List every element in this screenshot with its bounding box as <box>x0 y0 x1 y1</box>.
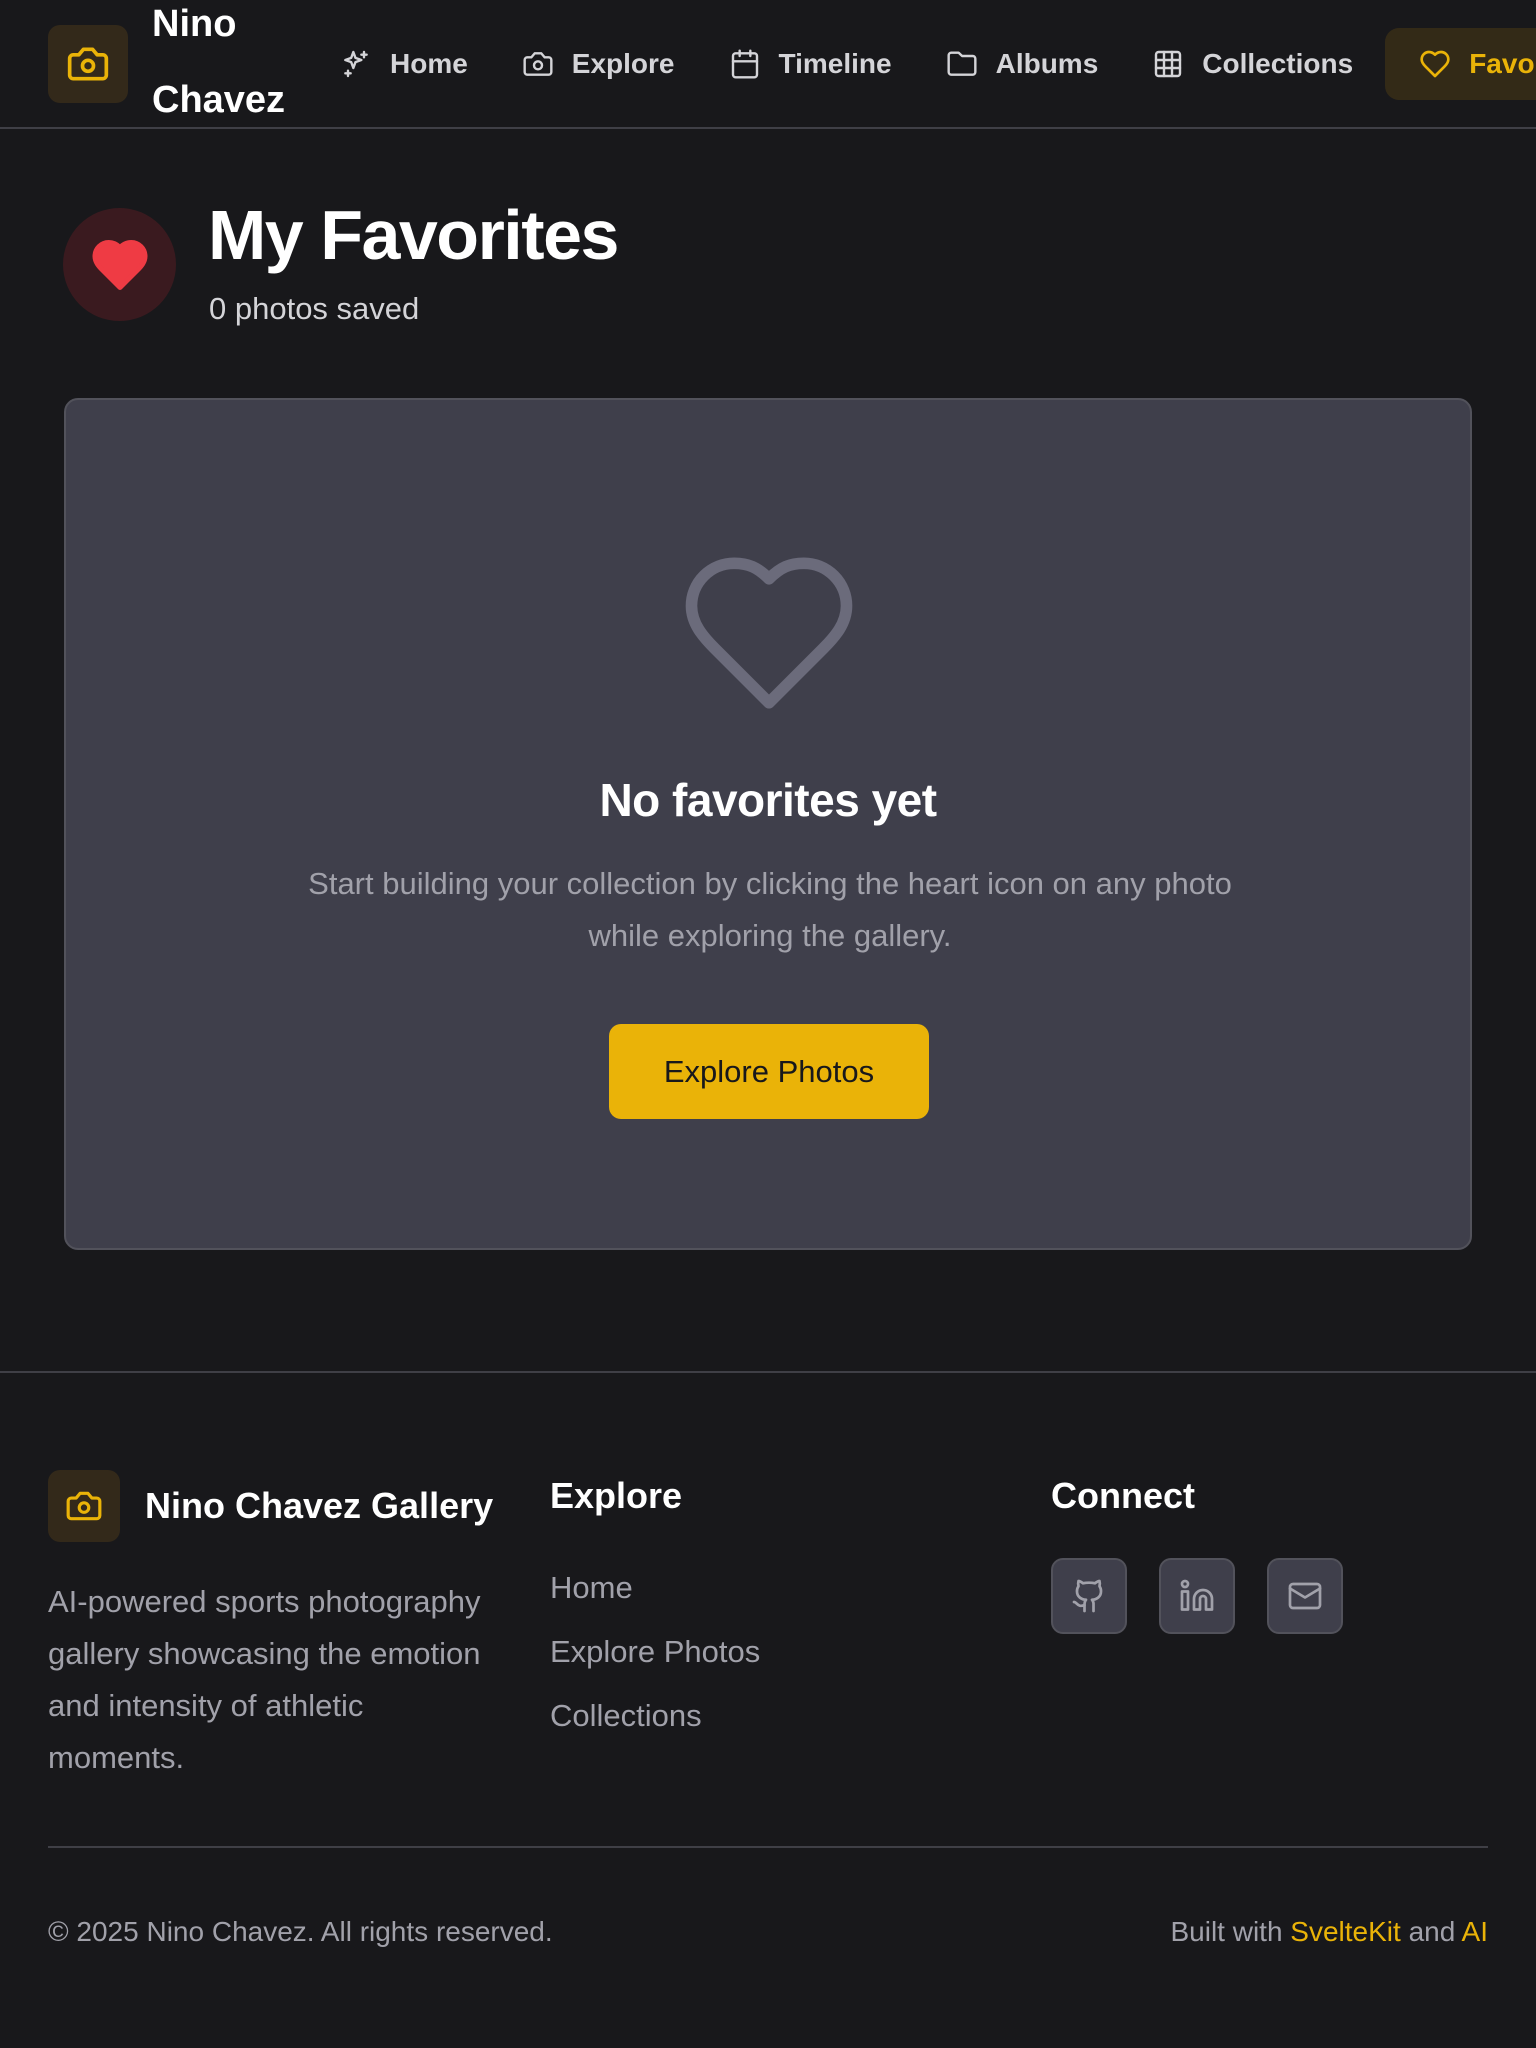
footer-bottom-divider <box>48 1846 1488 1848</box>
mail-icon <box>1288 1582 1322 1610</box>
footer-description: AI-powered sports photography gallery sh… <box>48 1584 481 1775</box>
nav-item-timeline[interactable]: Timeline <box>707 28 914 100</box>
empty-state-text: Start building your collection by clicki… <box>308 866 1232 953</box>
footer-link-explore-photos[interactable]: Explore Photos <box>550 1620 760 1684</box>
built-with-text: Built with SvelteKit and AI <box>1170 1912 1488 1952</box>
nav-label: Favorites <box>1469 48 1536 79</box>
nav-label: Explore <box>571 48 675 79</box>
nav-item-home[interactable]: Home <box>318 28 490 100</box>
github-button[interactable] <box>1051 1558 1127 1634</box>
page-title: My Favorites <box>208 196 619 274</box>
nav-label: Timeline <box>778 48 892 79</box>
explore-photos-button[interactable]: Explore Photos <box>609 1024 929 1119</box>
nav-item-collections[interactable]: Collections <box>1130 28 1375 100</box>
heart-icon <box>1420 50 1450 78</box>
favorites-badge <box>63 208 176 321</box>
empty-state-title: No favorites yet <box>599 774 937 826</box>
camera-logo-icon[interactable] <box>48 25 128 103</box>
footer-link-collections[interactable]: Collections <box>550 1684 760 1748</box>
built-with-prefix: Built with <box>1170 1916 1283 1947</box>
nav-label: Albums <box>995 48 1099 79</box>
linkedin-button[interactable] <box>1159 1558 1235 1634</box>
nav-label: Home <box>390 48 468 79</box>
linkedin-icon <box>1180 1579 1214 1611</box>
nav-item-explore[interactable]: Explore <box>500 28 697 100</box>
camera-icon <box>523 52 553 76</box>
camera-logo-icon <box>48 1470 120 1542</box>
calendar-icon <box>731 49 758 79</box>
footer-brand-name: Nino Chavez Gallery <box>145 1485 494 1526</box>
built-with-and: and <box>1408 1916 1456 1947</box>
github-icon <box>1072 1579 1103 1613</box>
brand-name[interactable]: Nino Chavez Gallery <box>152 0 312 127</box>
footer-link-home[interactable]: Home <box>550 1556 760 1620</box>
site-header: Nino Chavez Gallery Home Explore Timelin… <box>0 0 1536 129</box>
footer-divider <box>0 1371 1536 1373</box>
heart-outline-icon <box>685 557 853 709</box>
copyright-text: © 2025 Nino Chavez. All rights reserved. <box>48 1916 553 1947</box>
folder-icon <box>947 51 977 76</box>
nav-label: Collections <box>1202 48 1354 79</box>
footer-explore-heading: Explore <box>550 1475 683 1516</box>
saved-count: 0 photos saved <box>209 291 420 326</box>
heart-filled-icon <box>92 239 147 290</box>
empty-state-card: No favorites yet Start building your col… <box>64 398 1472 1250</box>
social-links <box>1051 1558 1375 1634</box>
email-button[interactable] <box>1267 1558 1343 1634</box>
footer-connect-heading: Connect <box>1051 1475 1195 1516</box>
nav-item-favorites[interactable]: Favorites <box>1385 28 1536 100</box>
main-nav: Home Explore Timeline Albums Collections… <box>318 28 1536 100</box>
footer-explore-links: Home Explore Photos Collections <box>550 1556 760 1748</box>
nav-item-albums[interactable]: Albums <box>924 28 1121 100</box>
sveltekit-link[interactable]: SvelteKit <box>1290 1916 1401 1947</box>
sparkles-icon <box>344 50 368 78</box>
ai-link[interactable]: AI <box>1462 1916 1488 1947</box>
grid-icon <box>1155 50 1182 78</box>
